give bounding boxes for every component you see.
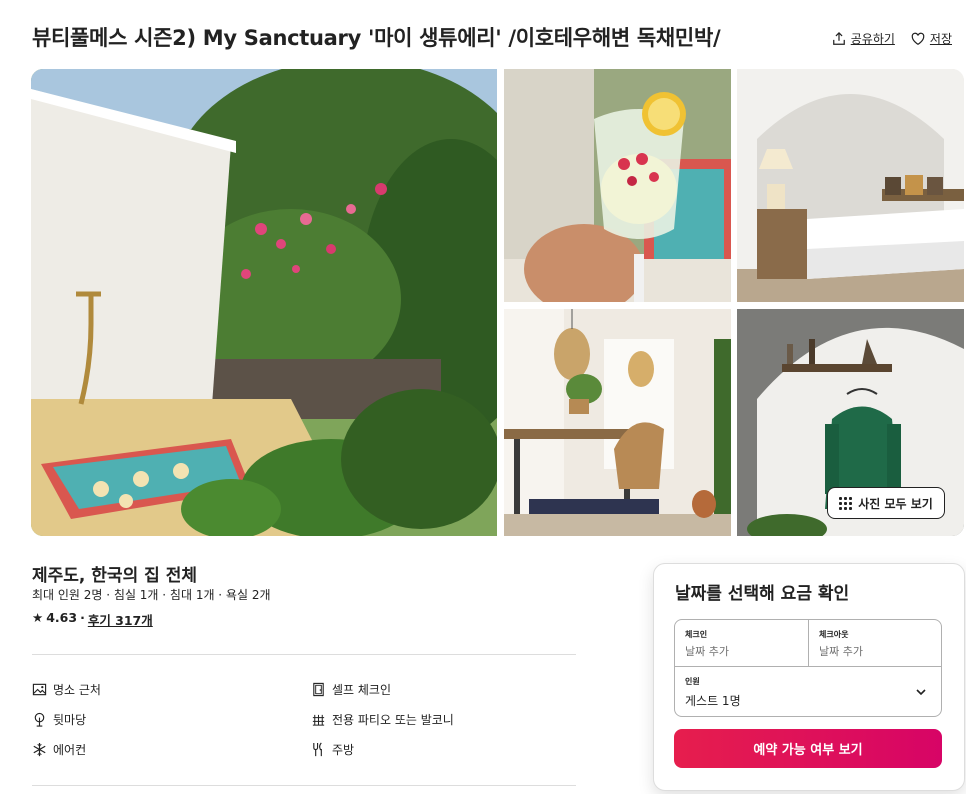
tree-icon [34,712,45,727]
amenity-item: 셀프 체크인 [311,681,391,698]
patio-icon [312,714,325,726]
reviews-link[interactable]: 후기 317개 [88,610,153,629]
grid-icon [839,496,853,510]
check-availability-button[interactable]: 예약 가능 여부 보기 [674,729,942,768]
photo-bedroom[interactable] [737,69,964,302]
utensils-icon [313,742,322,757]
save-label: 저장 [929,32,952,46]
show-all-photos-label: 사진 모두 보기 [858,496,933,511]
share-icon [832,31,845,45]
rating-row: ★ 4.63 · 후기 317개 [32,610,153,629]
booking-heading: 날짜를 선택해 요금 확인 [675,584,850,604]
location-title: 제주도, 한국의 집 전체 [32,566,197,586]
amenity-item: 에어컨 [32,741,86,758]
save-button[interactable]: 저장 [911,30,952,47]
guests-value: 게스트 1명 [685,694,741,708]
share-label: 공유하기 [850,32,895,46]
amenity-label: 셀프 체크인 [332,683,392,697]
checkin-value: 날짜 추가 [685,645,729,658]
landscape-icon [32,683,47,696]
divider [808,620,809,666]
photo-dining[interactable] [504,309,731,536]
checkout-field[interactable]: 체크아웃 날짜 추가 [819,629,939,659]
guests-label: 인원 [685,677,700,686]
divider [32,785,576,786]
heart-icon [911,32,925,45]
share-button[interactable]: 공유하기 [832,30,895,47]
divider [32,654,576,655]
snowflake-icon [33,742,46,757]
amenity-label: 에어컨 [53,743,87,757]
show-all-photos-button[interactable]: 사진 모두 보기 [827,487,945,519]
amenity-label: 주방 [332,743,355,757]
amenity-item: 전용 파티오 또는 발코니 [311,711,454,728]
star-icon: ★ [32,610,44,625]
rating-separator: · [80,610,85,625]
photo-courtyard[interactable] [31,69,497,536]
amenity-item: 뒷마당 [32,711,86,728]
chevron-down-icon[interactable] [915,686,927,698]
rating-value: 4.63 [46,610,78,625]
door-icon [313,682,324,697]
checkout-label: 체크아웃 [819,630,849,639]
amenity-item: 주방 [311,741,354,758]
photo-drink[interactable] [504,69,731,302]
top-actions: 공유하기 저장 [832,30,952,47]
amenity-item: 명소 근처 [32,681,101,698]
divider [675,666,941,667]
checkout-value: 날짜 추가 [819,645,863,658]
checkin-field[interactable]: 체크인 날짜 추가 [685,629,805,659]
checkin-label: 체크인 [685,630,708,639]
photo-gallery: 사진 모두 보기 [31,69,964,536]
date-guest-picker: 체크인 날짜 추가 체크아웃 날짜 추가 인원 게스트 1명 [674,619,942,717]
amenity-label: 뒷마당 [53,713,87,727]
amenity-label: 명소 근처 [53,683,101,697]
amenity-label: 전용 파티오 또는 발코니 [332,713,454,727]
listing-specs: 최대 인원 2명 · 침실 1개 · 침대 1개 · 욕실 2개 [32,588,271,602]
listing-title: 뷰티풀메스 시즌2) My Sanctuary '마이 생튜에리' /이호테우해… [32,26,721,50]
booking-card: 날짜를 선택해 요금 확인 체크인 날짜 추가 체크아웃 날짜 추가 인원 게스… [653,563,965,791]
guests-select[interactable]: 인원 게스트 1명 [685,676,935,709]
